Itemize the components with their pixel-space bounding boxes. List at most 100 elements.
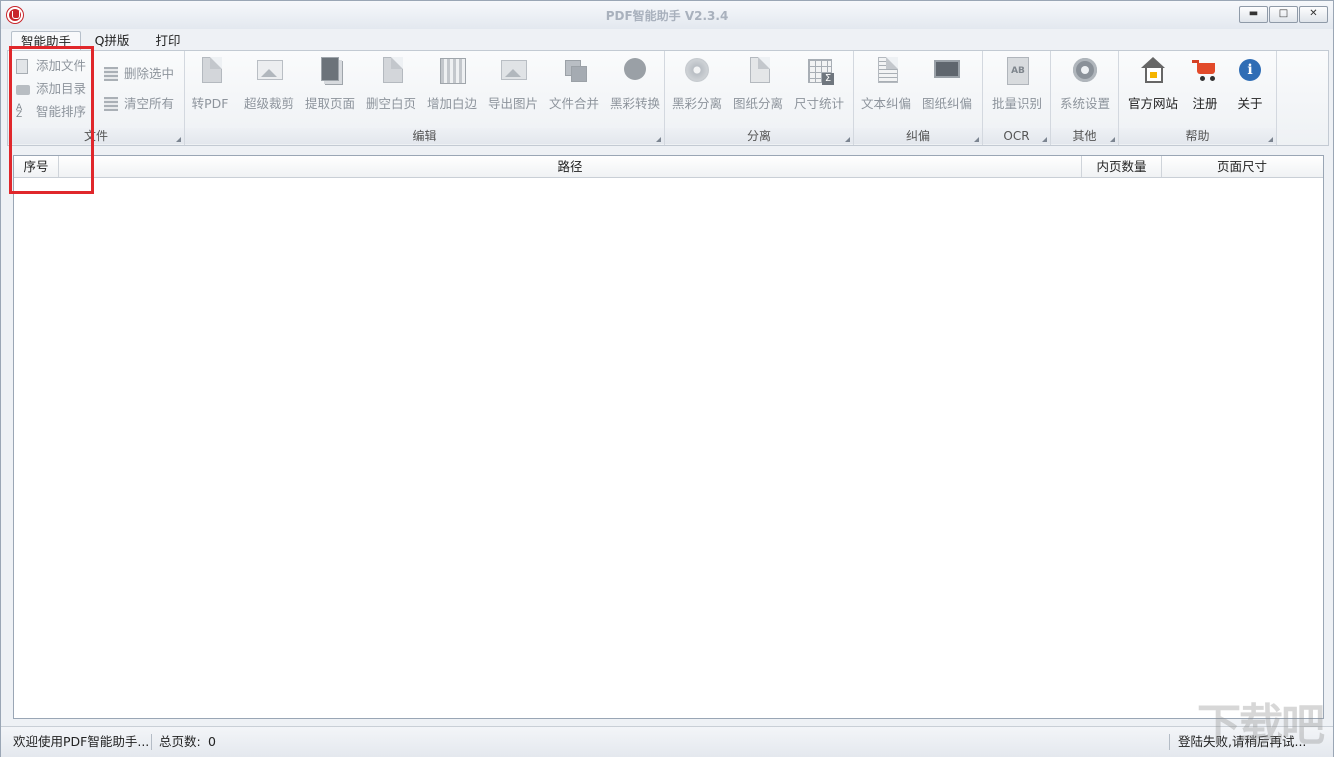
group-deskew: 文本纠偏 图纸纠偏 纠偏 [854,51,983,145]
text-deskew-button[interactable]: 文本纠偏 [861,55,911,111]
clear-all-label: 清空所有 [124,96,175,111]
delete-blank-pages-label: 删空白页 [365,96,416,111]
dialog-launcher-icon[interactable] [176,137,181,142]
add-margin-button[interactable]: 增加白边 [427,55,477,111]
column-header-page-size[interactable]: 页面尺寸 [1162,156,1322,177]
drawing-separate-label: 图纸分离 [732,96,783,111]
merge-files-label: 文件合并 [548,96,599,111]
group-label-edit: 编辑 [185,128,664,144]
system-settings-button[interactable]: 系统设置 [1060,55,1110,111]
column-header-page-count[interactable]: 内页数量 [1082,156,1162,177]
official-site-label: 官方网站 [1127,96,1178,111]
export-images-label: 导出图片 [487,96,538,111]
color-convert-label: 黑彩转换 [609,96,660,111]
color-separate-button[interactable]: 黑彩分离 [672,55,722,111]
add-file-label: 添加文件 [36,58,87,73]
blank-page-icon [376,55,406,85]
tab-smart-assistant[interactable]: 智能助手 [11,31,81,52]
delete-selected-icon [104,67,118,81]
extract-pages-label: 提取页面 [304,96,355,111]
text-document-icon [871,55,901,85]
maximize-button[interactable]: □ [1269,6,1298,23]
group-label-help: 帮助 [1119,128,1276,144]
dialog-launcher-icon[interactable] [1110,137,1115,142]
group-label-file: 文件 [8,128,184,144]
app-window: PDF智能助手 V2.3.4 ▬ □ ✕ 智能助手 Q拼版 打印 添加文件 添加… [0,0,1334,757]
about-button[interactable]: i 关于 [1233,55,1267,111]
group-label-separate: 分离 [665,128,853,144]
close-button[interactable]: ✕ [1299,6,1328,23]
image-icon [498,55,528,85]
drawing-deskew-label: 图纸纠偏 [921,96,972,111]
dialog-launcher-icon[interactable] [1268,137,1273,142]
text-deskew-label: 文本纠偏 [860,96,911,111]
to-pdf-button[interactable]: 转PDF [192,55,228,111]
dialog-launcher-icon[interactable] [656,137,661,142]
group-other: 系统设置 其他 [1051,51,1119,145]
add-folder-icon [16,85,30,95]
color-convert-button[interactable]: 黑彩转换 [610,55,660,111]
group-separate: 黑彩分离 图纸分离 Σ 尺寸统计 分离 [665,51,854,145]
sum-table-icon: Σ [804,55,834,85]
to-pdf-label: 转PDF [191,96,229,111]
ribbon: 添加文件 添加目录 AZ 智能排序 删除选中 清空所有 文件 转PDF 超级裁剪… [7,50,1329,146]
tab-print[interactable]: 打印 [146,31,190,51]
batch-ocr-label: 批量识别 [991,96,1042,111]
about-label: 关于 [1237,96,1263,111]
column-header-index[interactable]: 序号 [14,156,59,177]
dialog-launcher-icon[interactable] [1042,137,1047,142]
group-label-other: 其他 [1051,128,1118,144]
extract-pages-icon [315,55,345,85]
status-welcome: 欢迎使用PDF智能助手... [13,734,150,749]
group-ocr: AB 批量识别 OCR [983,51,1051,145]
drawing-separate-button[interactable]: 图纸分离 [733,55,783,111]
ribbon-tabs: 智能助手 Q拼版 打印 [1,29,1333,52]
status-total-pages-value: 0 [208,734,216,749]
file-list-table[interactable]: 序号 路径 内页数量 页面尺寸 [13,155,1324,719]
window-title: PDF智能助手 V2.3.4 [605,9,729,23]
drawing-pages-icon [743,55,773,85]
merge-icon [559,55,589,85]
add-directory-label: 添加目录 [36,81,87,96]
extract-pages-button[interactable]: 提取页面 [305,55,355,111]
title-bar: PDF智能助手 V2.3.4 ▬ □ ✕ [1,1,1333,29]
shopping-cart-icon [1190,55,1220,85]
watermark-logo: 下载吧 [1197,700,1325,751]
dialog-launcher-icon[interactable] [845,137,850,142]
status-divider [151,734,152,750]
paint-bucket-icon [620,55,650,85]
crop-icon [254,55,284,85]
to-pdf-icon [195,55,225,85]
table-header: 序号 路径 内页数量 页面尺寸 [14,156,1323,178]
official-site-button[interactable]: 官方网站 [1128,55,1178,111]
batch-ocr-button[interactable]: AB 批量识别 [992,55,1042,111]
delete-selected-label: 删除选中 [124,66,175,81]
group-file: 添加文件 添加目录 AZ 智能排序 删除选中 清空所有 文件 [8,51,185,145]
register-button[interactable]: 注册 [1187,55,1223,111]
add-file-icon [16,59,28,74]
status-divider [1169,734,1170,750]
column-header-path[interactable]: 路径 [59,156,1082,177]
group-label-deskew: 纠偏 [854,128,982,144]
monitor-icon [932,55,962,85]
system-settings-label: 系统设置 [1059,96,1110,111]
group-edit: 转PDF 超级裁剪 提取页面 删空白页 增加白边 导出图片 文件合并 黑彩转换 … [185,51,665,145]
info-icon: i [1235,55,1265,85]
group-help: 官方网站 注册 i 关于 帮助 [1119,51,1277,145]
dialog-launcher-icon[interactable] [974,137,979,142]
sort-az-icon: AZ [16,103,23,120]
add-margin-label: 增加白边 [426,96,477,111]
delete-blank-pages-button[interactable]: 删空白页 [366,55,416,111]
status-bar: 欢迎使用PDF智能助手... 总页数: 0 登陆失败,请稍后再试... [1,726,1333,757]
super-crop-label: 超级裁剪 [243,96,294,111]
super-crop-button[interactable]: 超级裁剪 [244,55,294,111]
clear-all-icon [104,97,118,111]
minimize-button[interactable]: ▬ [1239,6,1268,23]
register-label: 注册 [1192,96,1218,111]
export-images-button[interactable]: 导出图片 [488,55,538,111]
merge-files-button[interactable]: 文件合并 [549,55,599,111]
size-statistics-button[interactable]: Σ 尺寸统计 [794,55,844,111]
tab-q-imposition[interactable]: Q拼版 [83,31,141,51]
drawing-deskew-button[interactable]: 图纸纠偏 [922,55,972,111]
status-total-pages-label: 总页数: [159,734,201,749]
